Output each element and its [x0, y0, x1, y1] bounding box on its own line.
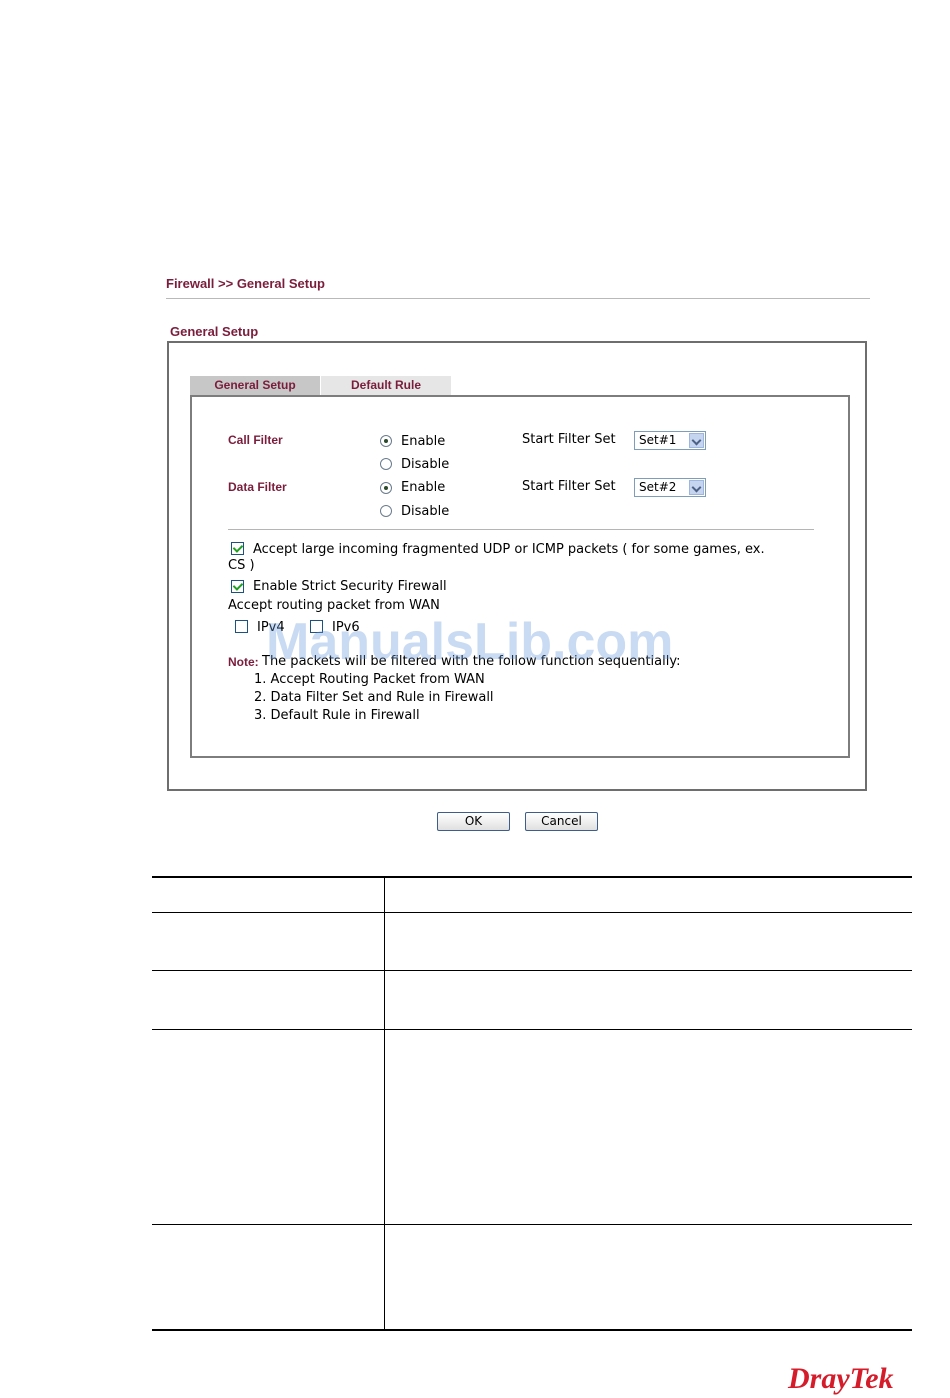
chevron-down-icon	[689, 433, 704, 448]
data-filter-start-set-value: Set#2	[639, 480, 677, 494]
data-filter-enable-label: Enable	[401, 480, 446, 495]
fragmented-packets-checkbox[interactable]	[231, 542, 244, 555]
chevron-down-icon	[689, 480, 704, 495]
table-top-rule	[152, 876, 912, 878]
description-table	[152, 876, 912, 1331]
tab-general-setup[interactable]: General Setup	[190, 376, 320, 395]
fragmented-packets-label: Accept large incoming fragmented UDP or …	[253, 542, 765, 557]
fragmented-packets-label-cont: CS )	[228, 558, 255, 573]
table-row-rule	[152, 1224, 912, 1225]
draytek-logo: DrayTek	[788, 1362, 894, 1395]
tab-default-rule[interactable]: Default Rule	[321, 376, 451, 395]
call-filter-enable-radio[interactable]	[380, 435, 392, 447]
table-bottom-rule	[152, 1329, 912, 1331]
call-filter-start-set-label: Start Filter Set	[522, 432, 616, 447]
data-filter-disable-radio[interactable]	[380, 505, 392, 517]
routing-packet-label: Accept routing packet from WAN	[228, 598, 440, 613]
note-label: Note:	[228, 655, 259, 669]
note-item-2: 2. Data Filter Set and Rule in Firewall	[254, 690, 494, 705]
data-filter-disable-label: Disable	[401, 504, 450, 519]
call-filter-label: Call Filter	[228, 433, 283, 447]
call-filter-disable-radio[interactable]	[380, 458, 392, 470]
table-header-rule	[152, 912, 912, 913]
strict-security-label: Enable Strict Security Firewall	[253, 579, 447, 594]
data-filter-start-set-select[interactable]: Set#2	[634, 478, 706, 497]
table-row-rule	[152, 970, 912, 971]
watermark: ManualsLib.com	[266, 613, 674, 671]
note-item-1: 1. Accept Routing Packet from WAN	[254, 672, 485, 687]
section-title: General Setup	[170, 324, 259, 339]
cancel-button[interactable]: Cancel	[525, 812, 598, 831]
breadcrumb-divider	[166, 298, 870, 299]
strict-security-checkbox[interactable]	[231, 580, 244, 593]
options-divider	[228, 529, 814, 530]
ok-button[interactable]: OK	[437, 812, 510, 831]
call-filter-disable-label: Disable	[401, 457, 450, 472]
note-item-3: 3. Default Rule in Firewall	[254, 708, 420, 723]
call-filter-start-set-select[interactable]: Set#1	[634, 431, 706, 450]
call-filter-start-set-value: Set#1	[639, 433, 677, 447]
call-filter-enable-label: Enable	[401, 434, 446, 449]
breadcrumb: Firewall >> General Setup	[166, 276, 325, 291]
data-filter-label: Data Filter	[228, 480, 287, 494]
data-filter-start-set-label: Start Filter Set	[522, 479, 616, 494]
table-column-divider	[384, 876, 385, 1331]
data-filter-enable-radio[interactable]	[380, 482, 392, 494]
ipv4-checkbox[interactable]	[235, 620, 248, 633]
table-row-rule	[152, 1029, 912, 1030]
